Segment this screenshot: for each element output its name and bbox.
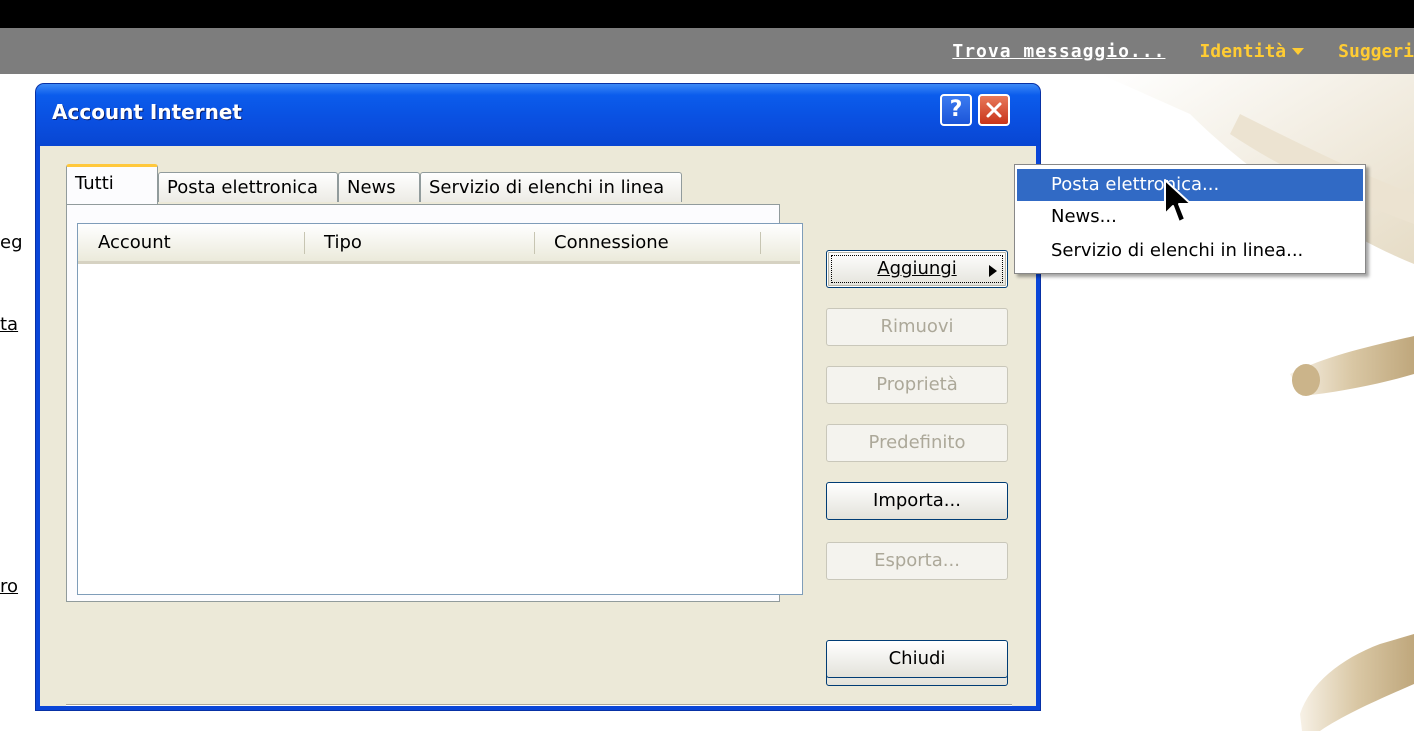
help-button[interactable]: ? [940,94,972,126]
find-message-link[interactable]: Trova messaggio... [952,41,1165,62]
submenu-arrow-icon [989,265,997,277]
dialog-title: Account Internet [52,100,242,124]
close-window-button[interactable] [978,94,1010,126]
remove-button[interactable]: Rimuovi [826,308,1008,346]
column-header-connessione[interactable]: Connessione [534,224,760,261]
background-text-fragment: eg [0,232,23,253]
header-toolbar: Trova messaggio... Identità Suggeri [0,28,1414,74]
import-button[interactable]: Importa... [826,482,1008,520]
identity-label: Identità [1199,40,1287,62]
menu-item-servizio-elenchi[interactable]: Servizio di elenchi in linea... [1017,235,1363,267]
chevron-down-icon [1292,48,1305,55]
column-header-tipo[interactable]: Tipo [304,224,534,261]
dialog-body: Tutti Posta elettronica News Servizio di… [40,146,1036,706]
column-divider[interactable] [760,232,761,254]
mouse-pointer-icon [1164,179,1192,223]
tab-news[interactable]: News [338,172,420,202]
close-icon [986,102,1002,118]
accounts-list[interactable]: Account Tipo Connessione [77,223,803,595]
dialog-titlebar[interactable]: Account Internet ? [36,84,1040,146]
focus-rect [831,255,1003,283]
top-black-bar [0,0,1414,28]
set-default-button[interactable]: Predefinito [826,424,1008,462]
close-button[interactable]: Chiudi [826,640,1008,678]
tab-posta-elettronica[interactable]: Posta elettronica [158,172,338,202]
tab-servizio-elenchi[interactable]: Servizio di elenchi in linea [420,172,682,202]
divider [66,704,1012,706]
add-button[interactable]: Aggiungi [826,250,1008,288]
properties-button[interactable]: Proprietà [826,366,1008,404]
list-header: Account Tipo Connessione [78,224,800,264]
background-link-fragment[interactable]: ta [0,314,32,335]
tab-tutti[interactable]: Tutti [66,164,158,204]
identity-menu[interactable]: Identità [1199,40,1305,62]
suggestions-link[interactable]: Suggeri [1338,41,1414,62]
tab-panel: Account Tipo Connessione [66,204,803,602]
background-link-fragment[interactable]: ro [0,576,32,597]
account-internet-dialog: Account Internet ? Tutti Posta elettroni… [36,84,1040,710]
column-header-account[interactable]: Account [78,224,304,261]
export-button[interactable]: Esporta... [826,542,1008,580]
